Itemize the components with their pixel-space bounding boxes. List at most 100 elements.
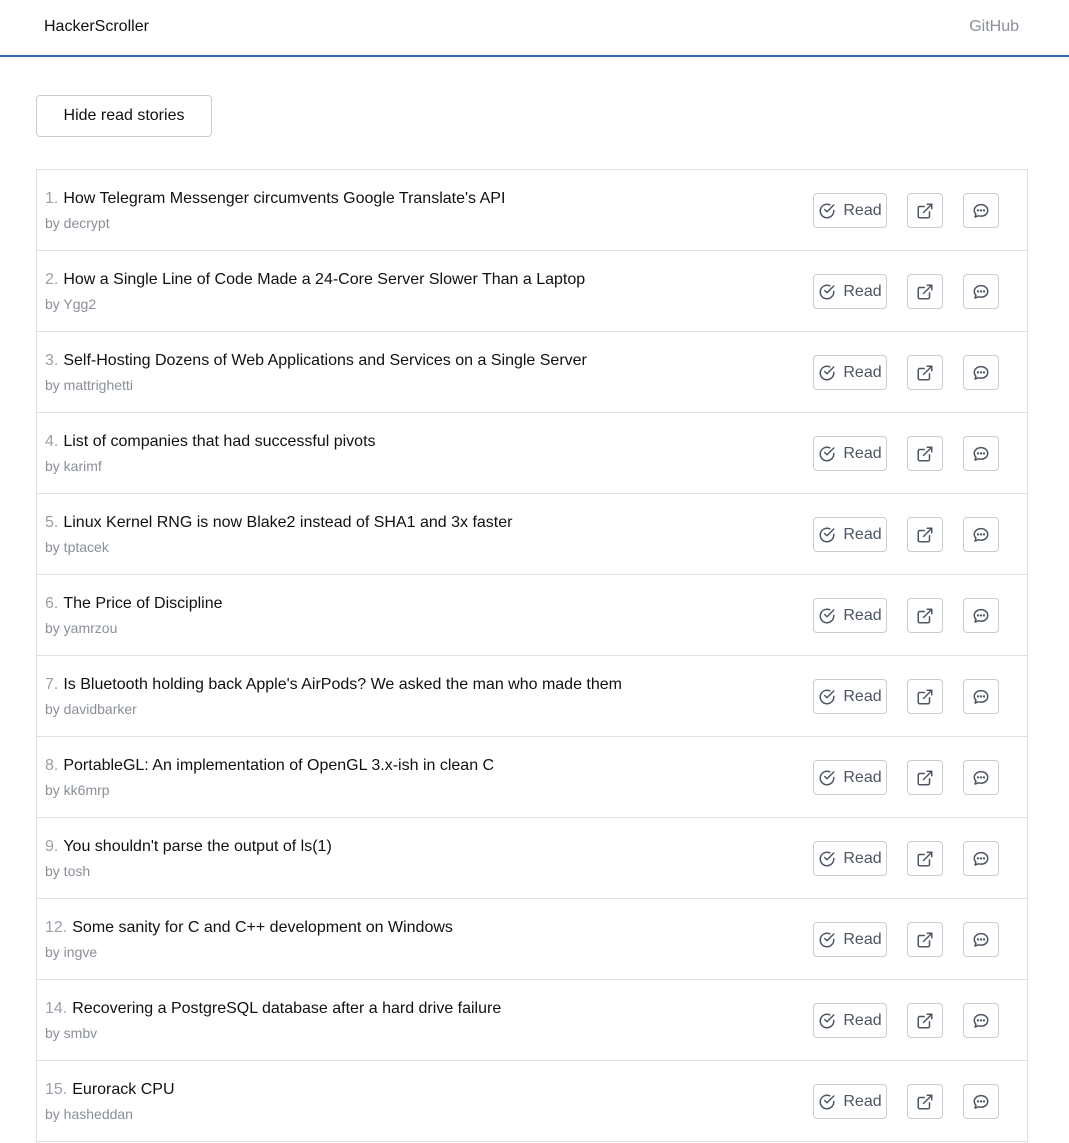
comments-button[interactable] [963, 760, 999, 795]
story-title-link[interactable]: Self-Hosting Dozens of Web Applications … [63, 351, 587, 371]
story-title-line: 1. How Telegram Messenger circumvents Go… [45, 189, 787, 209]
mark-read-button[interactable]: Read [813, 193, 887, 228]
external-link-icon [916, 1093, 934, 1111]
story-title-link[interactable]: List of companies that had successful pi… [63, 432, 375, 452]
mark-read-button[interactable]: Read [813, 355, 887, 390]
story-title-link[interactable]: Recovering a PostgreSQL database after a… [72, 999, 501, 1019]
open-link-button[interactable] [907, 922, 943, 957]
read-label: Read [843, 1092, 882, 1110]
external-link-icon [916, 1012, 934, 1030]
mark-read-button[interactable]: Read [813, 679, 887, 714]
story-row: 14. Recovering a PostgreSQL database aft… [36, 980, 1028, 1061]
story-title-line: 15. Eurorack CPU [45, 1080, 787, 1100]
comments-button[interactable] [963, 922, 999, 957]
open-link-button[interactable] [907, 760, 943, 795]
story-actions: Read [813, 517, 999, 552]
story-title-link[interactable]: How Telegram Messenger circumvents Googl… [63, 189, 505, 209]
story-text: 15. Eurorack CPU by hasheddan [45, 1080, 787, 1123]
story-byline: by tptacek [45, 539, 109, 555]
mark-read-button[interactable]: Read [813, 274, 887, 309]
story-text: 6. The Price of Discipline by yamrzou [45, 594, 787, 637]
comment-bubble-icon [972, 1012, 990, 1030]
open-link-button[interactable] [907, 598, 943, 633]
story-title-link[interactable]: How a Single Line of Code Made a 24-Core… [63, 270, 585, 290]
check-circle-icon [818, 445, 836, 463]
open-link-button[interactable] [907, 517, 943, 552]
story-title-link[interactable]: PortableGL: An implementation of OpenGL … [63, 756, 494, 776]
open-link-button[interactable] [907, 679, 943, 714]
story-row: 8. PortableGL: An implementation of Open… [36, 737, 1028, 818]
comments-button[interactable] [963, 517, 999, 552]
story-byline: by ingve [45, 944, 98, 960]
story-title-line: 3. Self-Hosting Dozens of Web Applicatio… [45, 351, 787, 371]
comment-bubble-icon [972, 526, 990, 544]
brand-title[interactable]: HackerScroller [44, 18, 149, 36]
open-link-button[interactable] [907, 436, 943, 471]
story-row: 4. List of companies that had successful… [36, 413, 1028, 494]
mark-read-button[interactable]: Read [813, 598, 887, 633]
story-row: 2. How a Single Line of Code Made a 24-C… [36, 251, 1028, 332]
comments-button[interactable] [963, 679, 999, 714]
open-link-button[interactable] [907, 274, 943, 309]
open-link-button[interactable] [907, 1084, 943, 1119]
comments-button[interactable] [963, 841, 999, 876]
story-title-link[interactable]: Is Bluetooth holding back Apple's AirPod… [63, 675, 622, 695]
story-title-line: 4. List of companies that had successful… [45, 432, 787, 452]
mark-read-button[interactable]: Read [813, 1003, 887, 1038]
comments-button[interactable] [963, 193, 999, 228]
story-byline: by Ygg2 [45, 296, 97, 312]
mark-read-button[interactable]: Read [813, 517, 887, 552]
story-text: 9. You shouldn't parse the output of ls(… [45, 837, 787, 880]
comments-button[interactable] [963, 598, 999, 633]
comment-bubble-icon [972, 850, 990, 868]
check-circle-icon [818, 607, 836, 625]
story-byline: by karimf [45, 458, 102, 474]
check-circle-icon [818, 688, 836, 706]
story-rank: 15. [45, 1081, 68, 1098]
comment-bubble-icon [972, 931, 990, 949]
check-circle-icon [818, 850, 836, 868]
mark-read-button[interactable]: Read [813, 922, 887, 957]
story-actions: Read [813, 355, 999, 390]
story-rank: 14. [45, 1000, 68, 1017]
mark-read-button[interactable]: Read [813, 436, 887, 471]
story-rank: 12. [45, 919, 68, 936]
mark-read-button[interactable]: Read [813, 1084, 887, 1119]
comments-button[interactable] [963, 355, 999, 390]
story-actions: Read [813, 760, 999, 795]
story-actions: Read [813, 841, 999, 876]
external-link-icon [916, 850, 934, 868]
open-link-button[interactable] [907, 841, 943, 876]
story-title-link[interactable]: Eurorack CPU [72, 1080, 174, 1100]
story-title-link[interactable]: You shouldn't parse the output of ls(1) [63, 837, 331, 857]
mark-read-button[interactable]: Read [813, 760, 887, 795]
check-circle-icon [818, 931, 836, 949]
open-link-button[interactable] [907, 1003, 943, 1038]
story-row: 9. You shouldn't parse the output of ls(… [36, 818, 1028, 899]
comments-button[interactable] [963, 1003, 999, 1038]
hide-read-stories-button[interactable]: Hide read stories [36, 95, 212, 137]
story-title-link[interactable]: Linux Kernel RNG is now Blake2 instead o… [63, 513, 512, 533]
open-link-button[interactable] [907, 193, 943, 228]
story-byline: by yamrzou [45, 620, 118, 636]
story-actions: Read [813, 679, 999, 714]
story-rank: 1. [45, 190, 59, 207]
external-link-icon [916, 688, 934, 706]
comments-button[interactable] [963, 274, 999, 309]
story-rank: 5. [45, 514, 59, 531]
story-byline: by tosh [45, 863, 91, 879]
comments-button[interactable] [963, 1084, 999, 1119]
external-link-icon [916, 931, 934, 949]
mark-read-button[interactable]: Read [813, 841, 887, 876]
read-label: Read [843, 201, 882, 219]
story-rank: 2. [45, 271, 59, 288]
comment-bubble-icon [972, 364, 990, 382]
external-link-icon [916, 769, 934, 787]
external-link-icon [916, 526, 934, 544]
github-link[interactable]: GitHub [969, 18, 1019, 36]
story-title-link[interactable]: Some sanity for C and C++ development on… [72, 918, 453, 938]
top-navbar: HackerScroller GitHub [0, 0, 1069, 57]
comments-button[interactable] [963, 436, 999, 471]
story-title-link[interactable]: The Price of Discipline [63, 594, 222, 614]
open-link-button[interactable] [907, 355, 943, 390]
